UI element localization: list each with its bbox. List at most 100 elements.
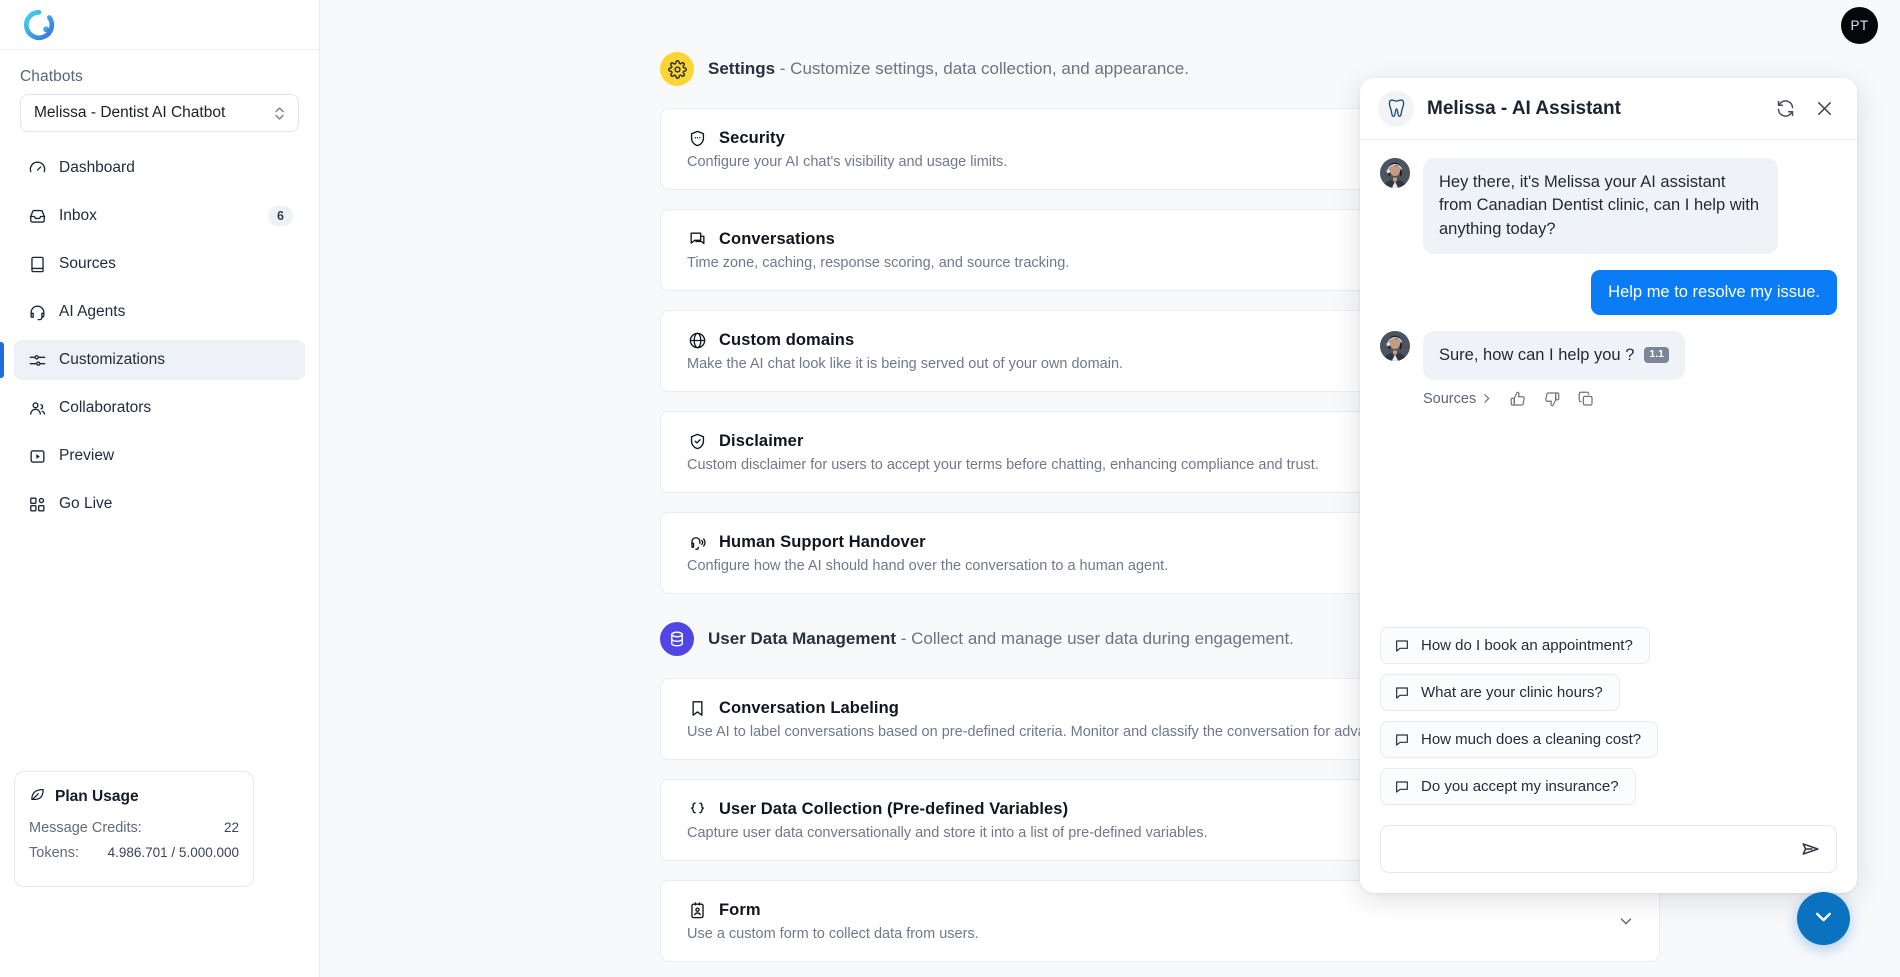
headset-support-icon [687, 532, 707, 552]
sidebar-item-sources[interactable]: Sources [14, 244, 305, 284]
sidebar-section-label: Chatbots [0, 50, 319, 92]
chat-message-input[interactable] [1397, 840, 1800, 858]
sources-link[interactable]: Sources [1423, 391, 1493, 407]
avatar [1380, 158, 1410, 188]
close-icon[interactable] [1811, 96, 1837, 122]
app-logo[interactable] [22, 8, 56, 42]
suggested-question-label: How much does a cleaning cost? [1421, 731, 1641, 748]
suggested-question-2[interactable]: What are your clinic hours? [1380, 674, 1620, 711]
bookmark-icon [687, 698, 707, 718]
sources-link-label: Sources [1423, 391, 1476, 407]
card-title: User Data Collection (Pre-defined Variab… [719, 800, 1068, 819]
chat-bubble-icon [1394, 638, 1410, 654]
source-badge[interactable]: 1.1 [1644, 347, 1669, 363]
chatbot-selector[interactable]: Melissa - Dentist AI Chatbot [20, 94, 299, 132]
sidebar-item-preview[interactable]: Preview [14, 436, 305, 476]
card-title: Conversation Labeling [719, 699, 899, 718]
chat-input-box[interactable] [1380, 825, 1837, 873]
card-description: Use a custom form to collect data from u… [687, 926, 1599, 942]
chevron-down-icon[interactable] [1617, 912, 1635, 930]
plan-row-value: 4.986.701 / 5.000.000 [108, 845, 239, 860]
blocks-icon [28, 495, 47, 514]
sidebar: Chatbots Melissa - Dentist AI Chatbot Da… [0, 0, 320, 977]
app-root: Chatbots Melissa - Dentist AI Chatbot Da… [0, 0, 1900, 977]
sliders-icon [28, 351, 47, 370]
chat-message-bot: Sure, how can I help you ? 1.1 [1380, 331, 1837, 380]
plan-row-tokens: Tokens: 4.986.701 / 5.000.000 [29, 845, 239, 861]
card-title: Form [719, 901, 761, 920]
suggested-question-label: How do I book an appointment? [1421, 637, 1633, 654]
gear-icon [660, 52, 694, 86]
plan-row-key: Tokens: [29, 845, 79, 861]
group-title-user-data: User Data Management - Collect and manag… [708, 629, 1294, 649]
contact-card-icon [687, 900, 707, 920]
thumbs-down-icon[interactable] [1543, 390, 1561, 408]
suggested-questions: How do I book an appointment? What are y… [1360, 627, 1857, 815]
chat-widget-header: Melissa - AI Assistant [1360, 78, 1857, 140]
card-title: Custom domains [719, 331, 854, 350]
group-title-text: User Data Management [708, 629, 896, 648]
plan-row-message-credits: Message Credits: 22 [29, 820, 239, 836]
sidebar-item-ai-agents[interactable]: AI Agents [14, 292, 305, 332]
group-subtitle-text: - Collect and manage user data during en… [901, 629, 1294, 648]
sidebar-item-label: Collaborators [59, 399, 293, 417]
chevron-down-icon [1811, 904, 1836, 934]
chat-widget: Melissa - AI Assistant [1360, 78, 1857, 893]
sidebar-item-label: Sources [59, 255, 293, 273]
group-title-settings: Settings - Customize settings, data coll… [708, 59, 1189, 79]
sidebar-item-go-live[interactable]: Go Live [14, 484, 305, 524]
avatar [1380, 331, 1410, 361]
braces-icon [687, 799, 707, 819]
suggested-question-label: What are your clinic hours? [1421, 684, 1603, 701]
chat-widget-title: Melissa - AI Assistant [1427, 98, 1759, 120]
card-title: Disclaimer [719, 432, 803, 451]
sidebar-item-label: Inbox [59, 207, 256, 225]
sidebar-item-dashboard[interactable]: Dashboard [14, 148, 305, 188]
group-subtitle-text: - Customize settings, data collection, a… [780, 59, 1189, 78]
tooth-icon [1378, 91, 1414, 127]
chat-bubble-text: Help me to resolve my issue. [1591, 270, 1837, 314]
refresh-icon[interactable] [1772, 96, 1798, 122]
card-title-row: Form [687, 900, 1599, 920]
card-title: Security [719, 129, 785, 148]
sidebar-item-label: Preview [59, 447, 293, 465]
play-square-icon [28, 447, 47, 466]
sidebar-item-collaborators[interactable]: Collaborators [14, 388, 305, 428]
conversations-icon [687, 229, 707, 249]
globe-icon [687, 330, 707, 350]
user-avatar[interactable]: PT [1841, 7, 1878, 44]
card-title: Human Support Handover [719, 533, 926, 552]
chat-bubble: Sure, how can I help you ? 1.1 [1423, 331, 1685, 380]
plan-usage-title: Plan Usage [55, 788, 139, 806]
suggested-question-4[interactable]: Do you accept my insurance? [1380, 768, 1636, 805]
book-icon [28, 255, 47, 274]
group-title-text: Settings [708, 59, 775, 78]
plan-row-key: Message Credits: [29, 820, 142, 836]
copy-icon[interactable] [1577, 390, 1595, 408]
plan-usage-header: Plan Usage [29, 786, 239, 808]
sidebar-item-label: Dashboard [59, 159, 293, 177]
chat-message-bot: Hey there, it's Melissa your AI assistan… [1380, 158, 1837, 254]
plan-usage-card: Plan Usage Message Credits: 22 Tokens: 4… [14, 771, 254, 887]
send-icon[interactable] [1800, 838, 1822, 860]
message-feedback-row: Sources [1380, 390, 1837, 408]
chat-bubble-text: Hey there, it's Melissa your AI assistan… [1423, 158, 1778, 254]
gauge-icon [28, 159, 47, 178]
suggested-question-label: Do you accept my insurance? [1421, 778, 1619, 795]
plan-row-value: 22 [224, 820, 239, 835]
chat-toggle-button[interactable] [1797, 892, 1850, 945]
thumbs-up-icon[interactable] [1509, 390, 1527, 408]
sidebar-item-customizations[interactable]: Customizations [14, 340, 305, 380]
inbox-badge: 6 [268, 206, 293, 226]
shield-dots-icon [687, 128, 707, 148]
suggested-question-3[interactable]: How much does a cleaning cost? [1380, 721, 1658, 758]
inbox-icon [28, 207, 47, 226]
chat-message-user: Help me to resolve my issue. [1380, 270, 1837, 314]
suggested-question-1[interactable]: How do I book an appointment? [1380, 627, 1650, 664]
headset-icon [28, 303, 47, 322]
chat-bubble-icon [1394, 685, 1410, 701]
logo-bar [0, 0, 319, 50]
chat-message-list: Hey there, it's Melissa your AI assistan… [1360, 140, 1857, 627]
sidebar-item-inbox[interactable]: Inbox 6 [14, 196, 305, 236]
users-icon [28, 399, 47, 418]
